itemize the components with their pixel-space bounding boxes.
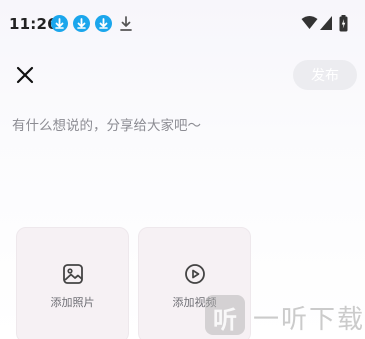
image-icon xyxy=(63,264,83,284)
download-icon xyxy=(73,15,90,32)
download-plain-icon xyxy=(119,15,133,36)
add-photo-button[interactable]: 添加照片 xyxy=(16,227,129,339)
download-icon xyxy=(51,15,68,32)
post-text-input[interactable] xyxy=(12,114,352,138)
wifi-icon xyxy=(301,16,318,29)
download-icon xyxy=(95,15,112,32)
close-icon xyxy=(16,66,34,84)
add-video-button[interactable]: 添加视频 xyxy=(138,227,251,339)
close-button[interactable] xyxy=(12,62,38,88)
watermark-text: 一听下载 xyxy=(253,305,365,335)
add-photo-label: 添加照片 xyxy=(50,296,95,309)
system-icons xyxy=(301,15,351,33)
publish-button[interactable]: 发布 xyxy=(293,60,357,90)
play-circle-icon xyxy=(185,264,205,284)
status-bar: 11:26 xyxy=(0,0,365,48)
battery-icon xyxy=(339,15,348,32)
cellular-signal-icon xyxy=(320,16,332,30)
add-video-label: 添加视频 xyxy=(172,296,217,309)
